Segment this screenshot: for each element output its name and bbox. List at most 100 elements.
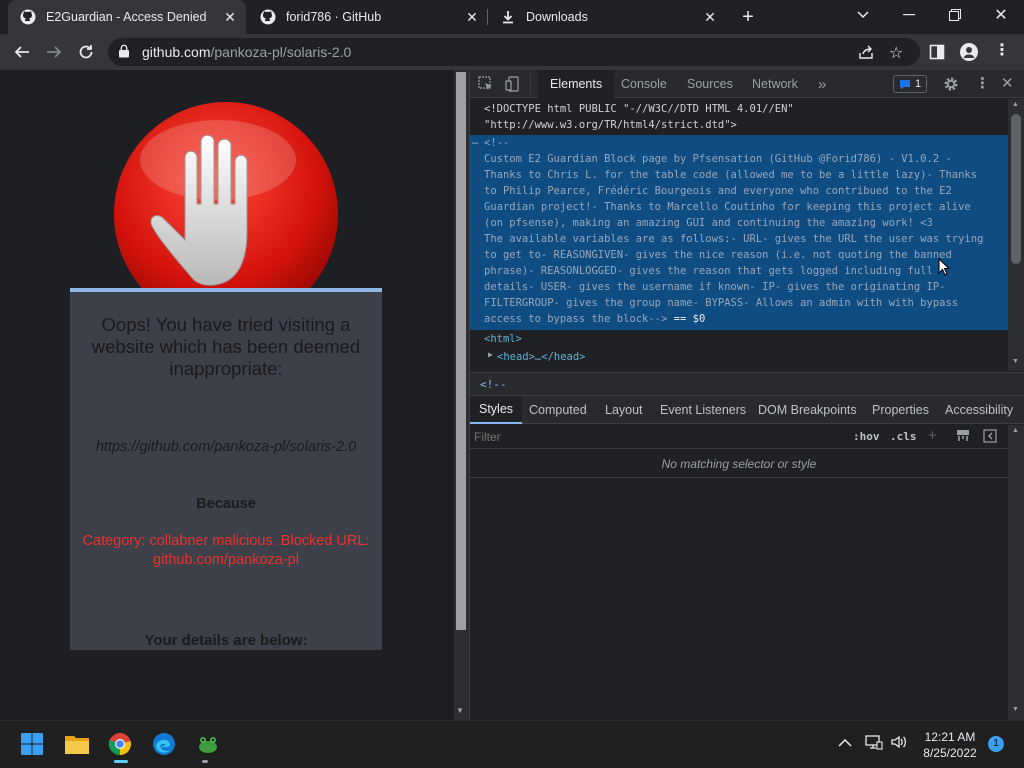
- devtools-tab-network[interactable]: Network: [740, 70, 810, 98]
- url-host: github.com: [142, 44, 211, 60]
- hov-toggle[interactable]: :hov: [853, 430, 880, 443]
- styles-scrollbar[interactable]: [1008, 425, 1024, 720]
- minimize-icon[interactable]: [886, 0, 932, 30]
- close-devtools-icon[interactable]: ✕: [1001, 74, 1014, 92]
- close-icon[interactable]: ✕: [222, 9, 238, 25]
- running-app-indicator: [202, 760, 208, 763]
- reload-icon[interactable]: [74, 40, 98, 64]
- close-icon[interactable]: ✕: [464, 9, 480, 25]
- app-frog-icon[interactable]: [192, 728, 224, 760]
- details-heading: Your details are below:: [144, 632, 308, 649]
- share-icon[interactable]: [858, 44, 874, 65]
- comment-line[interactable]: FILTERGROUP- gives the group name- BYPAS…: [484, 295, 958, 311]
- taskbar-clock[interactable]: 12:21 AM 8/25/2022: [918, 729, 982, 761]
- comment-line[interactable]: (on pfsense), making an amazing GUI and …: [484, 215, 933, 231]
- blocked-url: https://github.com/pankoza-pl/solaris-2.…: [95, 439, 357, 455]
- devtools-tab-elements[interactable]: Elements: [538, 70, 615, 98]
- tab-label: forid786 · GitHub: [286, 10, 382, 24]
- restore-icon[interactable]: [932, 0, 978, 30]
- elements-scrollbar-thumb[interactable]: [1011, 114, 1021, 264]
- url-path: /pankoza-pl/solaris-2.0: [210, 44, 352, 60]
- tab-e2guardian[interactable]: E2Guardian - Access Denied ✕: [8, 0, 246, 34]
- network-icon[interactable]: [865, 734, 883, 755]
- styles-tab-accessibility[interactable]: Accessibility: [936, 396, 1022, 424]
- ellipsis-icon[interactable]: …: [472, 136, 478, 147]
- devtools-tab-console[interactable]: Console: [609, 70, 679, 98]
- styles-tab-dom-breakpoints[interactable]: DOM Breakpoints: [749, 396, 866, 424]
- scroll-up-arrow-icon[interactable]: ▲: [1012, 427, 1019, 434]
- github-icon: [260, 9, 276, 25]
- html-tag[interactable]: <html>: [484, 331, 522, 347]
- lock-icon[interactable]: [118, 44, 130, 63]
- scroll-up-arrow-icon[interactable]: ▲: [1012, 101, 1019, 108]
- scroll-down-arrow-icon[interactable]: ▼: [456, 706, 464, 715]
- comment-line[interactable]: Custom E2 Guardian Block page by Pfsensa…: [484, 151, 952, 167]
- comment-line[interactable]: Thanks to Chris L. for the table code (a…: [484, 167, 977, 183]
- chrome-icon[interactable]: [104, 728, 136, 760]
- tab-downloads[interactable]: Downloads ✕: [488, 0, 726, 34]
- comment-line[interactable]: Guardian project!- Thanks to Marcello Co…: [484, 199, 971, 215]
- github-icon: [20, 9, 36, 25]
- code-line[interactable]: <!DOCTYPE html PUBLIC "-//W3C//DTD HTML …: [484, 101, 794, 117]
- message-icon: [899, 79, 910, 89]
- styles-filter-input[interactable]: [474, 428, 844, 446]
- volume-icon[interactable]: [890, 734, 908, 755]
- forward-icon[interactable]: [42, 40, 66, 64]
- url-text[interactable]: github.com/pankoza-pl/solaris-2.0: [142, 44, 351, 60]
- comment-line[interactable]: details- USER- gives the username if kno…: [484, 279, 945, 295]
- show-hidden-icons-chevron-icon[interactable]: [838, 735, 852, 753]
- styles-tab-properties[interactable]: Properties: [863, 396, 938, 424]
- clock-date: 8/25/2022: [923, 746, 977, 760]
- close-icon[interactable]: ✕: [702, 9, 718, 25]
- styles-tab-layout[interactable]: Layout: [596, 396, 652, 424]
- comment-line[interactable]: to Philip Pearce, Frédéric Bourgeois and…: [484, 183, 952, 199]
- tab-label: E2Guardian - Access Denied: [46, 10, 207, 24]
- page-scrollbar-thumb[interactable]: [456, 72, 466, 630]
- profile-avatar[interactable]: [960, 43, 978, 66]
- bookmark-star-icon[interactable]: ☆: [889, 43, 903, 63]
- dom-breadcrumb[interactable]: <!--: [470, 372, 1024, 396]
- tab-github[interactable]: forid786 · GitHub ✕: [248, 0, 488, 34]
- device-toolbar-icon[interactable]: [505, 76, 521, 97]
- inspect-element-icon[interactable]: [478, 76, 494, 97]
- issues-badge[interactable]: 1: [893, 75, 927, 93]
- cls-toggle[interactable]: .cls: [890, 430, 917, 443]
- browser-menu-icon[interactable]: ⋮: [994, 42, 1010, 60]
- computed-styles-icon[interactable]: [956, 429, 970, 448]
- more-tabs-button[interactable]: »: [806, 70, 838, 98]
- head-tag[interactable]: <head>…</head>: [497, 349, 586, 365]
- code-line[interactable]: "http://www.w3.org/TR/html4/strict.dtd">: [484, 117, 737, 133]
- toggle-sidebar-icon[interactable]: [983, 429, 997, 448]
- notification-badge[interactable]: 1: [988, 736, 1004, 752]
- comment-line[interactable]: phrase)- REASONLOGGED- gives the reason …: [484, 263, 933, 279]
- settings-gear-icon[interactable]: [943, 76, 959, 97]
- tab-label: Downloads: [526, 10, 588, 24]
- close-window-icon[interactable]: ✕: [978, 0, 1024, 30]
- styles-tab-styles[interactable]: Styles: [470, 396, 523, 424]
- new-style-rule-icon[interactable]: +: [928, 427, 937, 444]
- because-label: Because: [196, 496, 256, 512]
- styles-tab-event-listeners[interactable]: Event Listeners: [651, 396, 755, 424]
- comment-open[interactable]: <!--: [484, 135, 509, 151]
- edge-icon[interactable]: [148, 728, 180, 760]
- toolbar-divider: [530, 74, 531, 94]
- styles-tab-computed[interactable]: Computed: [520, 396, 596, 424]
- tab-search-icon[interactable]: [840, 0, 886, 30]
- block-reason: Category: collabner malicious. Blocked U…: [82, 533, 370, 568]
- scroll-down-arrow-icon[interactable]: ▼: [1012, 706, 1019, 713]
- expand-triangle-icon[interactable]: ▶: [488, 350, 493, 359]
- scroll-down-arrow-icon[interactable]: ▼: [1012, 358, 1019, 365]
- devtools-menu-icon[interactable]: ⋮: [975, 74, 990, 92]
- devtools-tab-sources[interactable]: Sources: [675, 70, 745, 98]
- comment-line[interactable]: to get to- REASONGIVEN- gives the nice r…: [484, 247, 952, 263]
- no-matching-styles-message: No matching selector or style: [470, 450, 1008, 478]
- comment-line[interactable]: The available variables are as follows:-…: [484, 231, 983, 247]
- mouse-cursor-icon: [938, 258, 950, 276]
- back-icon[interactable]: [10, 40, 34, 64]
- windows-start-icon[interactable]: [16, 728, 48, 760]
- side-panel-icon[interactable]: [929, 44, 945, 65]
- download-icon: [500, 9, 516, 25]
- new-tab-button[interactable]: +: [736, 5, 760, 29]
- file-explorer-icon[interactable]: [61, 728, 93, 760]
- comment-close[interactable]: access to bypass the block--> == $0: [484, 311, 705, 327]
